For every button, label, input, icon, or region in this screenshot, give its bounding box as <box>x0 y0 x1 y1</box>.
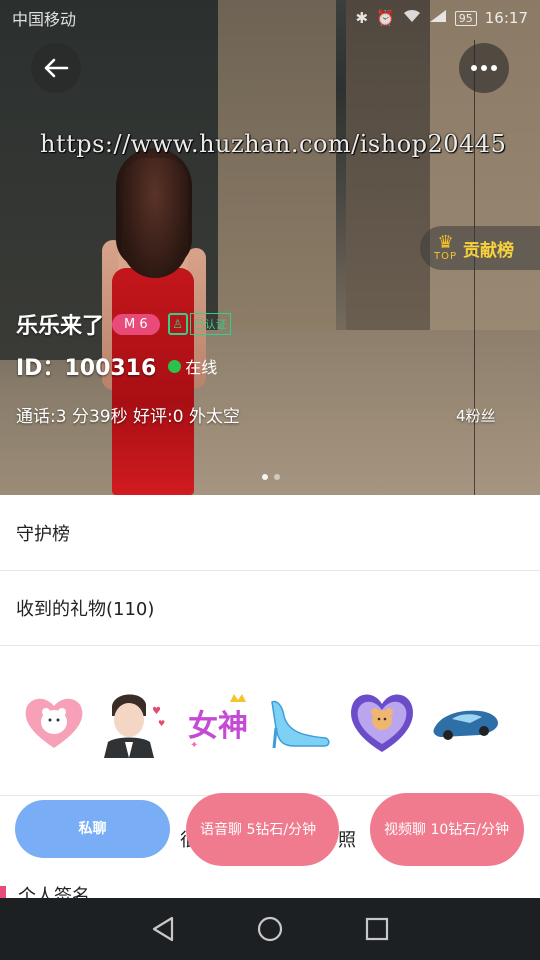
level-badge: M 6 <box>112 313 160 335</box>
carousel-dot <box>274 474 280 480</box>
more-options-button[interactable] <box>459 43 509 93</box>
signature-section-header: 个人签名 <box>0 884 540 898</box>
voice-chat-label: 语音聊 5钻石/分钟 <box>200 821 317 838</box>
svg-text:女神: 女神 <box>188 709 248 744</box>
profile-id-row: ID：100316 在线 <box>16 350 217 382</box>
carousel-dot <box>262 474 268 480</box>
photo-wall <box>346 0 430 330</box>
received-gifts-row[interactable]: 收到的礼物(110) <box>0 571 540 646</box>
gift-list: ♥ ♥ 女神 ✦ <box>0 646 540 796</box>
signature-section-label: 个人签名 <box>18 886 90 898</box>
carousel-indicator <box>262 474 280 480</box>
glass-slipper-icon[interactable] <box>264 686 336 758</box>
verified-text: 已认证 <box>189 313 231 335</box>
video-chat-button[interactable]: 视频聊 10钻石/分钟 <box>370 793 524 866</box>
fans-count[interactable]: 4粉丝 <box>456 405 496 426</box>
profile-hero: https://www.huzhan.com/ishop20445 中国移动 ✱… <box>0 0 540 495</box>
section-accent-bar <box>0 886 6 898</box>
online-dot-icon <box>168 359 182 373</box>
alarm-icon: ⏰ <box>376 9 395 27</box>
more-dots-icon <box>471 65 497 71</box>
watermark-text: https://www.huzhan.com/ishop20445 <box>40 130 507 158</box>
svg-text:♥: ♥ <box>152 706 161 717</box>
contribution-label: 贡献榜 <box>463 240 515 261</box>
svg-text:♥: ♥ <box>158 719 165 728</box>
video-chat-label: 视频聊 10钻石/分钟 <box>384 821 509 838</box>
tab-hint-right: 照 <box>338 830 356 851</box>
arrow-left-icon <box>44 58 69 78</box>
online-status: 在线 <box>168 354 217 378</box>
status-bar: 中国移动 ✱ ⏰ 95 16:17 <box>0 0 540 36</box>
boy-kiss-icon[interactable]: ♥ ♥ <box>98 686 170 758</box>
nav-recents-icon[interactable] <box>364 916 390 942</box>
crown-icon: ♛ <box>437 232 454 253</box>
profile-name-row: 乐乐来了 M 6 ♙ 已认证 <box>16 308 231 340</box>
verified-badge: ♙ 已认证 <box>167 313 231 335</box>
nav-home-icon[interactable] <box>256 915 284 943</box>
private-chat-label: 私聊 <box>78 821 107 837</box>
contribution-ranking-button[interactable]: ♛ TOP 贡献榜 <box>420 226 540 270</box>
voice-chat-button[interactable]: 语音聊 5钻石/分钟 <box>186 793 339 866</box>
verified-user-icon: ♙ <box>167 313 188 335</box>
carrier-label: 中国移动 <box>12 10 77 29</box>
guard-ranking-row[interactable]: 守护榜 <box>0 496 540 571</box>
wifi-icon <box>403 9 421 27</box>
private-chat-button[interactable]: 私聊 <box>15 800 170 858</box>
goddess-icon[interactable]: 女神 ✦ <box>184 686 256 758</box>
nav-back-icon[interactable] <box>150 915 176 943</box>
clock-time: 16:17 <box>484 9 528 27</box>
signal-icon <box>429 9 447 27</box>
profile-id: ID：100316 <box>16 356 157 381</box>
back-button[interactable] <box>31 43 81 93</box>
system-navigation-bar <box>0 898 540 960</box>
bear-heart-icon[interactable] <box>18 686 90 758</box>
profile-name: 乐乐来了 <box>16 314 105 339</box>
svg-text:✦: ✦ <box>190 740 198 751</box>
call-stats: 通话:3 分39秒 好评:0 外太空 <box>16 407 240 427</box>
guard-ranking-label: 守护榜 <box>16 524 70 545</box>
bluetooth-icon: ✱ <box>355 9 369 27</box>
bear-flower-heart-icon[interactable] <box>346 686 418 758</box>
received-gifts-label: 收到的礼物(110) <box>16 599 155 620</box>
sports-car-icon[interactable] <box>430 686 502 758</box>
top-label: TOP <box>434 251 458 262</box>
online-label: 在线 <box>185 358 218 377</box>
battery-icon: 95 <box>454 10 477 26</box>
photo-wall <box>218 0 336 340</box>
